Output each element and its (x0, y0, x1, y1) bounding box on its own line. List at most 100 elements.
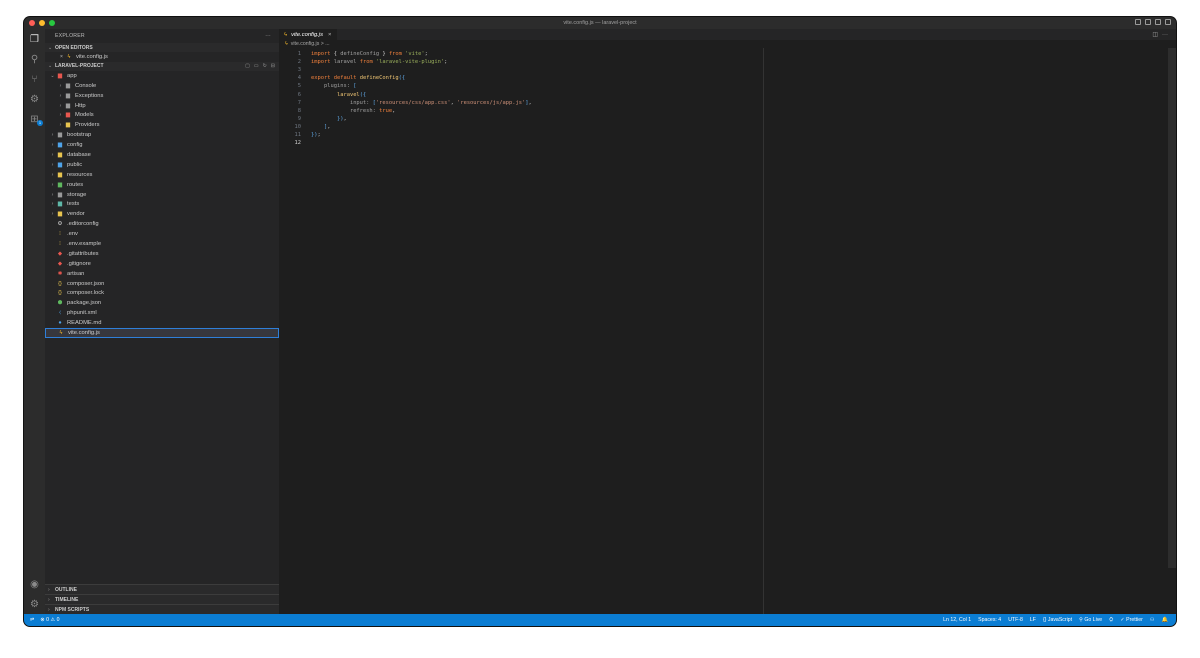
tree-item-readme-md[interactable]: ● README.md (45, 318, 279, 328)
search-icon[interactable]: ⚲ (24, 49, 45, 69)
status-item[interactable]: UTF-8 (1008, 617, 1023, 623)
tree-item-env[interactable]: ⁝ .env (45, 229, 279, 239)
line-number: 11 (294, 131, 302, 138)
tree-item-public[interactable]: › ▆ public (45, 160, 279, 170)
chevron-right-icon: › (51, 161, 54, 168)
status-item[interactable]: ✓ Prettier (1120, 617, 1143, 623)
activity-bar: ❐ ⚲ ⑂ ⚙ ⊞ 1 ◉ ⚙ (24, 29, 45, 614)
timeline-label: TIMELINE (55, 596, 79, 603)
tree-item-gitignore[interactable]: ◆ .gitignore (45, 259, 279, 269)
folder-icon: ▆ (57, 171, 63, 178)
file-icon: {} (58, 290, 62, 297)
editor-area: ϟ vite.config.js × ◫ ··· ϟ vite.config.j… (279, 29, 1176, 614)
chevron-down-icon: ⌄ (48, 63, 53, 70)
tree-item-label: .env (67, 231, 78, 238)
tree-item-package-json[interactable]: ⬢ package.json (45, 298, 279, 308)
customize-layout-icon[interactable] (1165, 19, 1171, 25)
tree-item-gitattributes[interactable]: ◆ .gitattributes (45, 249, 279, 259)
timeline-section[interactable]: › TIMELINE (45, 594, 279, 604)
close-editor-icon[interactable]: × (58, 54, 65, 60)
code-token: , (392, 107, 396, 114)
new-folder-icon[interactable]: ▭ (254, 63, 259, 69)
status-item[interactable]: Spaces: 4 (978, 617, 1001, 623)
toggle-panel-icon[interactable] (1145, 19, 1151, 25)
code-token: ] (311, 123, 328, 130)
status-item[interactable]: {} JavaScript (1043, 617, 1072, 623)
split-editor-icon[interactable]: ◫ (1152, 31, 1158, 38)
accounts-icon[interactable]: ◉ (24, 574, 45, 594)
file-icon: {} (58, 280, 62, 287)
tree-item-editorconfig[interactable]: ⚙ .editorconfig (45, 219, 279, 229)
tree-item-exceptions[interactable]: › ▆ Exceptions (45, 91, 279, 101)
vite-file-icon: ϟ (285, 41, 288, 47)
tree-item-label: .gitattributes (67, 250, 99, 257)
line-number: 10 (294, 123, 302, 130)
breadcrumb-text: vite.config.js > ... (290, 41, 330, 47)
line-number: 6 (297, 91, 301, 98)
code-token: { (330, 51, 341, 58)
tree-item-storage[interactable]: › ▆ storage (45, 190, 279, 200)
tree-item-composer-lock[interactable]: {} composer.lock (45, 288, 279, 298)
folder-icon: ▆ (57, 72, 63, 79)
status-item[interactable]: 🔔 (1162, 617, 1168, 623)
tree-item-label: .editorconfig (67, 221, 99, 228)
breadcrumb[interactable]: ϟ vite.config.js > ... (279, 40, 1176, 48)
tree-item-providers[interactable]: › ▆ Providers (45, 120, 279, 130)
remote-indicator-icon[interactable]: ⇌ (30, 617, 34, 623)
extensions-icon[interactable]: ⊞ (24, 109, 45, 129)
status-item[interactable]: LF (1030, 617, 1036, 623)
open-editors-section[interactable]: ⌄ OPEN EDITORS (45, 43, 279, 52)
tree-item-console[interactable]: › ▆ Console (45, 81, 279, 91)
tree-item-app[interactable]: ⌄ ▆ app (45, 71, 279, 81)
tree-item-tests[interactable]: › ▆ tests (45, 199, 279, 209)
folder-icon: ▆ (65, 122, 71, 129)
close-tab-icon[interactable]: × (328, 32, 331, 38)
tree-item-http[interactable]: › ▆ Http (45, 101, 279, 111)
chevron-right-icon: › (48, 606, 50, 613)
tree-item-vite-config-js[interactable]: ϟ vite.config.js (45, 328, 279, 338)
code-token: [ (353, 83, 357, 90)
explorer-title: EXPLORER (55, 33, 85, 39)
file-tree: ⌄ ▆ app › ▆ Console › ▆ Exceptions › ▆ Http › ▆ Models… (45, 71, 279, 338)
status-item[interactable]: ⛭ (1109, 617, 1113, 624)
tree-item-vendor[interactable]: › ▆ vendor (45, 209, 279, 219)
code-editor[interactable]: 1 import { defineConfig } from 'vite'; 2 im… (279, 50, 1159, 147)
problems-indicator[interactable]: ⊗ 0 ⚠ 0 (40, 617, 59, 623)
tree-item-phpunit-xml[interactable]: ⧼ phpunit.xml (45, 308, 279, 318)
chevron-down-icon: ⌄ (48, 44, 53, 51)
tree-item-artisan[interactable]: ✱ artisan (45, 269, 279, 279)
open-editor-item[interactable]: × ϟ vite.config.js (45, 52, 279, 62)
code-token: ({ (359, 91, 367, 98)
manage-gear-icon[interactable]: ⚙ (24, 594, 45, 614)
run-debug-icon[interactable]: ⚙ (24, 89, 45, 109)
status-item[interactable]: Ln 12, Col 1 (943, 617, 971, 623)
tree-item-config[interactable]: › ▆ config (45, 140, 279, 150)
status-item[interactable]: ⚇ (1150, 617, 1155, 623)
tree-item-bootstrap[interactable]: › ▆ bootstrap (45, 130, 279, 140)
tree-item-models[interactable]: › ▆ Models (45, 110, 279, 120)
toggle-secondary-sidebar-icon[interactable] (1155, 19, 1161, 25)
tree-item-database[interactable]: › ▆ database (45, 150, 279, 160)
chevron-right-icon: › (59, 92, 62, 99)
vertical-scrollbar[interactable] (1168, 48, 1176, 568)
outline-section[interactable]: › OUTLINE (45, 584, 279, 594)
tree-item-resources[interactable]: › ▆ resources (45, 170, 279, 180)
chevron-right-icon: › (48, 596, 50, 603)
refresh-explorer-icon[interactable]: ↻ (263, 63, 267, 69)
status-item[interactable]: ⚲ Go Live (1079, 617, 1102, 623)
tree-item-composer-json[interactable]: {} composer.json (45, 279, 279, 289)
tree-item-env-example[interactable]: ⁝ .env.example (45, 239, 279, 249)
code-token: 'resources/js/app.js' (457, 99, 526, 106)
npm-scripts-section[interactable]: › NPM SCRIPTS (45, 604, 279, 614)
collapse-folders-icon[interactable]: ⊟ (271, 63, 275, 69)
project-section[interactable]: ⌄ LARAVEL-PROJECT ▢ ▭ ↻ ⊟ (45, 61, 279, 71)
editor-more-icon[interactable]: ··· (1162, 32, 1168, 38)
explorer-more-icon[interactable]: ··· (265, 33, 271, 39)
new-file-icon[interactable]: ▢ (245, 63, 250, 69)
explorer-icon[interactable]: ❐ (24, 29, 45, 49)
tab-vite-config[interactable]: ϟ vite.config.js × (279, 29, 338, 40)
source-control-icon[interactable]: ⑂ (24, 69, 45, 89)
line-number: 5 (297, 83, 301, 90)
tree-item-routes[interactable]: › ▆ routes (45, 180, 279, 190)
toggle-primary-sidebar-icon[interactable] (1135, 19, 1141, 25)
